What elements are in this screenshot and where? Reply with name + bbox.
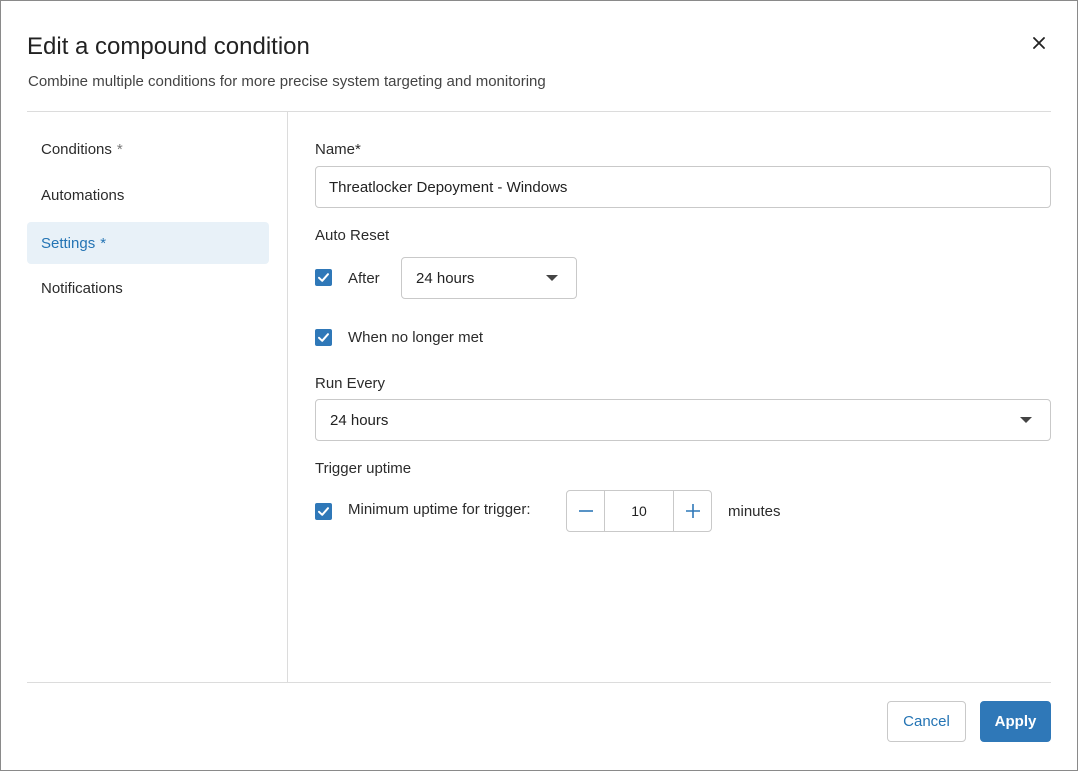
sidebar-item-conditions[interactable]: Conditions * bbox=[27, 128, 269, 170]
sidebar-item-label: Conditions bbox=[41, 140, 112, 158]
auto-reset-label: Auto Reset bbox=[315, 227, 390, 244]
min-uptime-label: Minimum uptime for trigger: bbox=[348, 501, 531, 518]
decrement-button[interactable] bbox=[567, 491, 605, 531]
apply-button[interactable]: Apply bbox=[980, 701, 1051, 742]
cancel-button[interactable]: Cancel bbox=[887, 701, 966, 742]
trigger-uptime-label: Trigger uptime bbox=[315, 460, 412, 477]
sidebar-item-settings[interactable]: Settings * bbox=[27, 222, 269, 264]
checkmark-icon bbox=[318, 507, 329, 516]
name-input[interactable] bbox=[315, 166, 1051, 208]
plus-icon bbox=[685, 504, 700, 518]
required-marker: * bbox=[116, 140, 123, 158]
min-uptime-stepper bbox=[566, 490, 712, 532]
caret-down-icon bbox=[1020, 417, 1032, 423]
after-label: After bbox=[348, 270, 380, 287]
minus-icon bbox=[578, 510, 593, 512]
name-label: Name* bbox=[315, 141, 361, 158]
close-icon bbox=[1033, 37, 1045, 49]
sidebar-item-label: Notifications bbox=[41, 279, 123, 297]
checkmark-icon bbox=[318, 273, 329, 282]
dialog-title: Edit a compound condition bbox=[27, 33, 310, 60]
run-every-label: Run Every bbox=[315, 375, 386, 392]
sidebar-item-label: Settings bbox=[41, 234, 96, 252]
close-button[interactable] bbox=[1027, 31, 1051, 55]
min-uptime-unit: minutes bbox=[728, 503, 781, 520]
header-divider bbox=[27, 111, 1051, 112]
min-uptime-input[interactable] bbox=[605, 491, 673, 531]
caret-down-icon bbox=[546, 275, 558, 281]
sidebar-item-notifications[interactable]: Notifications bbox=[27, 267, 269, 309]
run-every-select[interactable]: 24 hours bbox=[315, 399, 1051, 441]
sidebar-divider bbox=[287, 112, 288, 682]
footer-divider bbox=[27, 682, 1051, 683]
no-longer-met-label: When no longer met bbox=[348, 329, 484, 346]
min-uptime-checkbox[interactable] bbox=[315, 503, 332, 520]
required-marker: * bbox=[100, 234, 107, 252]
select-value: 24 hours bbox=[330, 411, 389, 429]
no-longer-met-checkbox[interactable] bbox=[315, 329, 332, 346]
sidebar-item-automations[interactable]: Automations bbox=[27, 174, 269, 216]
select-value: 24 hours bbox=[416, 269, 475, 287]
after-checkbox[interactable] bbox=[315, 269, 332, 286]
checkmark-icon bbox=[318, 333, 329, 342]
dialog-subtitle: Combine multiple conditions for more pre… bbox=[28, 73, 546, 90]
sidebar-item-label: Automations bbox=[41, 186, 125, 204]
increment-button[interactable] bbox=[673, 491, 711, 531]
after-duration-select[interactable]: 24 hours bbox=[401, 257, 577, 299]
edit-compound-condition-dialog: Edit a compound condition Combine multip… bbox=[0, 0, 1078, 771]
